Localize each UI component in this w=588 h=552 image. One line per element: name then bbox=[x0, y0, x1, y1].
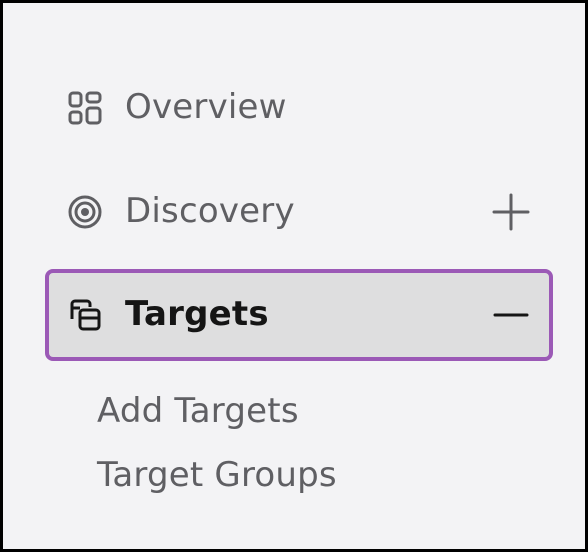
minus-icon[interactable] bbox=[491, 295, 531, 335]
sidebar-item-label: Discovery bbox=[125, 191, 295, 232]
sidebar-nav: Overview Discovery Targets Add Targets T… bbox=[0, 0, 588, 552]
sidebar-item-discovery[interactable]: Discovery bbox=[45, 165, 553, 259]
stacked-windows-icon bbox=[70, 299, 101, 331]
target-icon bbox=[68, 195, 102, 229]
sidebar-subitem-target-groups[interactable]: Target Groups bbox=[97, 455, 337, 495]
sidebar-item-label: Targets bbox=[125, 294, 269, 335]
sidebar-subitem-add-targets[interactable]: Add Targets bbox=[97, 391, 299, 431]
sidebar-item-targets[interactable]: Targets bbox=[45, 269, 553, 361]
sidebar-item-label: Overview bbox=[125, 87, 287, 128]
grid-icon bbox=[68, 91, 102, 125]
sidebar-item-overview[interactable]: Overview bbox=[45, 61, 553, 155]
plus-icon[interactable] bbox=[491, 192, 531, 232]
